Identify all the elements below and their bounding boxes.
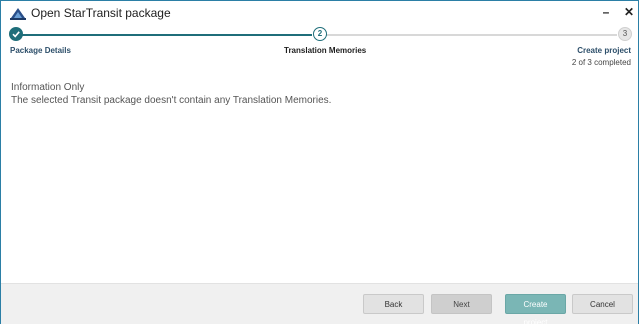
create-project-button[interactable]: Create project xyxy=(505,294,566,327)
step-2-label: Translation Memories xyxy=(284,46,367,55)
title-bar: Open StarTransit package – ✕ xyxy=(1,1,638,27)
cancel-button[interactable]: Cancel xyxy=(572,294,633,314)
step-2-indicator[interactable]: 2 xyxy=(313,27,327,41)
step-3-indicator[interactable]: 3 xyxy=(618,27,632,41)
check-icon xyxy=(12,31,20,38)
step-1-label[interactable]: Package Details xyxy=(10,46,71,55)
step-connector-completed xyxy=(15,34,312,36)
next-button[interactable]: Next xyxy=(431,294,492,314)
button-bar: Back Next Create project Cancel xyxy=(1,283,638,327)
window-title: Open StarTransit package xyxy=(31,6,171,20)
step-3-label[interactable]: Create project xyxy=(577,46,631,55)
info-message: The selected Transit package doesn't con… xyxy=(11,95,332,106)
close-button[interactable]: ✕ xyxy=(621,4,637,20)
step-1-indicator[interactable] xyxy=(9,27,23,41)
step-connector-pending xyxy=(326,34,617,36)
back-button[interactable]: Back xyxy=(363,294,424,314)
startransit-app-icon xyxy=(10,6,26,20)
wizard-stepper: 2 3 Package Details Translation Memories… xyxy=(1,27,638,73)
info-heading: Information Only xyxy=(11,82,85,93)
page-content: Information Only The selected Transit pa… xyxy=(11,81,331,107)
minimize-button[interactable]: – xyxy=(598,4,614,20)
progress-status: 2 of 3 completed xyxy=(571,58,631,67)
dialog-window: Open StarTransit package – ✕ 2 3 Package… xyxy=(0,0,639,327)
